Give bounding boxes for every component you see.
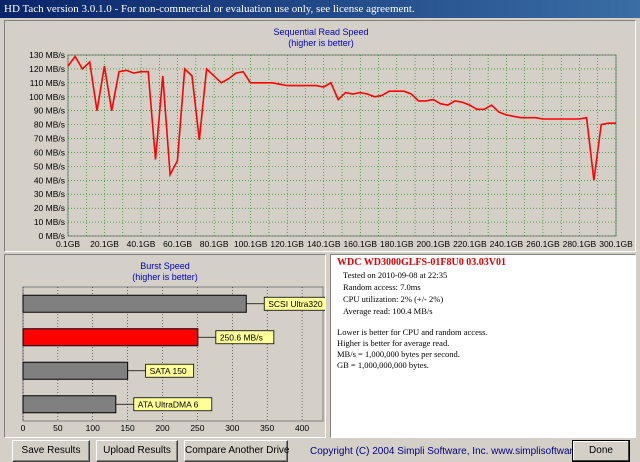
cpu-utilization: CPU utilization: 2% (+/- 2%) — [343, 294, 444, 304]
note-lower-better: Lower is better for CPU and random acces… — [337, 327, 488, 337]
read-chart-title: Sequential Read Speed — [273, 27, 368, 37]
burst-chart-title: Burst Speed — [140, 261, 190, 271]
read-x-tick: 140.1GB — [307, 239, 341, 249]
burst-bar-label: ATA UltraDMA 6 — [138, 399, 199, 409]
read-y-tick: 120 MB/s — [29, 64, 65, 74]
burst-x-tick: 200 — [155, 423, 169, 433]
note-mbs-def: MB/s = 1,000,000 bytes per second. — [337, 349, 460, 359]
burst-chart-subtitle: (higher is better) — [132, 272, 198, 282]
burst-chart-panel: Burst Speed (higher is better) SCSI Ultr… — [4, 254, 326, 438]
read-x-tick: 120.1GB — [270, 239, 304, 249]
read-x-tick: 260.1GB — [526, 239, 560, 249]
burst-x-tick: 300 — [225, 423, 239, 433]
read-chart-subtitle: (higher is better) — [288, 38, 354, 48]
average-read: Average read: 100.4 MB/s — [343, 306, 433, 316]
read-chart-panel: Sequential Read Speed (higher is better)… — [4, 20, 636, 252]
copyright-text: Copyright (C) 2004 Simpli Software, Inc.… — [310, 446, 601, 457]
note-higher-better: Higher is better for average read. — [337, 338, 450, 348]
test-date: Tested on 2010-09-08 at 22:35 — [343, 270, 448, 280]
read-y-tick: 130 MB/s — [29, 50, 65, 60]
burst-x-tick: 250 — [190, 423, 204, 433]
done-label: Done — [589, 445, 613, 456]
burst-bar-label: 250.6 MB/s — [220, 332, 263, 342]
read-x-tick: 100.1GB — [234, 239, 268, 249]
read-x-tick: 0.1GB — [56, 239, 80, 249]
read-x-tick: 220.1GB — [453, 239, 487, 249]
read-chart: Sequential Read Speed (higher is better)… — [29, 27, 633, 249]
read-y-tick: 30 MB/s — [34, 189, 65, 199]
read-x-tick: 20.1GB — [90, 239, 119, 249]
burst-x-tick: 50 — [53, 423, 63, 433]
read-x-tick: 180.1GB — [380, 239, 414, 249]
burst-bar — [22, 361, 129, 380]
read-y-tick: 40 MB/s — [34, 175, 65, 185]
burst-bar — [22, 328, 199, 347]
read-y-tick: 70 MB/s — [34, 134, 65, 144]
done-button[interactable]: Done — [572, 440, 630, 462]
read-x-tick: 160.1GB — [343, 239, 377, 249]
upload-results-label: Upload Results — [103, 445, 171, 456]
read-y-tick: 60 MB/s — [34, 147, 65, 157]
read-y-tick: 90 MB/s — [34, 106, 65, 116]
upload-results-button[interactable]: Upload Results — [96, 440, 178, 462]
compare-drive-button[interactable]: Compare Another Drive — [184, 440, 290, 462]
save-results-label: Save Results — [21, 445, 81, 456]
random-access: Random access: 7.0ms — [343, 282, 421, 292]
read-x-tick: 60.1GB — [163, 239, 192, 249]
read-y-tick: 50 MB/s — [34, 161, 65, 171]
read-y-tick: 100 MB/s — [29, 92, 65, 102]
drive-info-panel: WDC WD3000GLFS-01F8U0 03.03V01 Tested on… — [330, 254, 636, 438]
compare-drive-label: Compare Another Drive — [185, 445, 290, 456]
burst-x-tick: 400 — [295, 423, 309, 433]
burst-bar-label: SATA 150 — [150, 366, 187, 376]
burst-bar — [22, 395, 117, 414]
read-x-tick: 200.1GB — [417, 239, 451, 249]
read-y-tick: 10 MB/s — [34, 217, 65, 227]
drive-model: WDC WD3000GLFS-01F8U0 03.03V01 — [337, 257, 506, 268]
burst-bar-label: SCSI Ultra320 — [268, 299, 323, 309]
read-x-tick: 300.1GB — [599, 239, 633, 249]
burst-x-tick: 350 — [260, 423, 274, 433]
read-x-tick: 280.1GB — [563, 239, 597, 249]
read-x-tick: 80.1GB — [200, 239, 229, 249]
save-results-button[interactable]: Save Results — [12, 440, 90, 462]
note-gb-def: GB = 1,000,000,000 bytes. — [337, 360, 429, 370]
read-y-tick: 80 MB/s — [34, 120, 65, 130]
burst-x-tick: 150 — [121, 423, 135, 433]
burst-x-tick: 0 — [21, 423, 26, 433]
window-title: HD Tach version 3.0.1.0 - For non-commer… — [0, 0, 640, 18]
burst-chart: Burst Speed (higher is better) SCSI Ultr… — [21, 261, 325, 433]
burst-bar — [22, 294, 247, 313]
read-x-tick: 240.1GB — [490, 239, 524, 249]
read-y-tick: 110 MB/s — [30, 78, 65, 88]
burst-x-tick: 100 — [86, 423, 100, 433]
read-x-tick: 40.1GB — [127, 239, 156, 249]
read-y-tick: 20 MB/s — [34, 203, 65, 213]
